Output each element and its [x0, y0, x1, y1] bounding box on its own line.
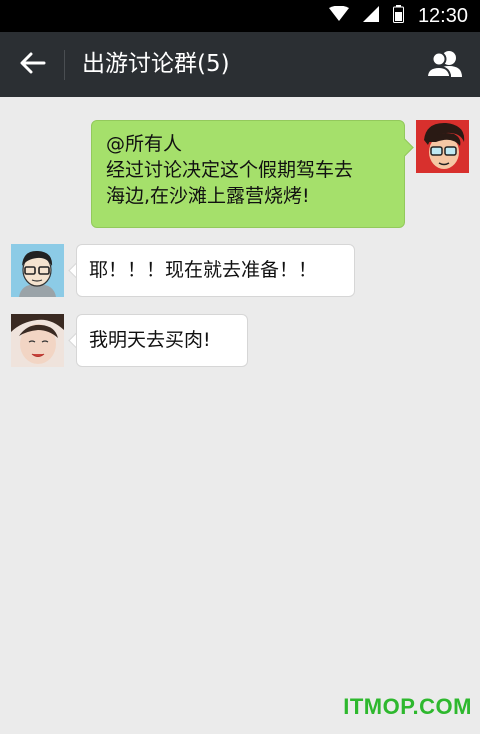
message-text: 我明天去买肉! — [89, 329, 211, 351]
arrow-left-icon — [20, 52, 46, 78]
group-members-button[interactable] — [424, 44, 466, 86]
status-icons: 12:30 — [328, 0, 468, 32]
message-bubble-incoming[interactable]: 耶！！！现在就去准备！！ — [76, 244, 355, 297]
message-bubble-outgoing[interactable]: @所有人 经过讨论决定这个假期驾车去 海边,在沙滩上露营烧烤! — [91, 120, 405, 228]
message-line: @所有人 — [106, 133, 183, 155]
battery-icon — [392, 5, 404, 27]
header-divider — [64, 50, 65, 80]
watermark: ITMOP.COM — [343, 694, 472, 719]
chat-title: 出游讨论群(5) — [82, 51, 230, 77]
status-bar: 12:30 — [0, 0, 480, 32]
avatar-member-1[interactable] — [11, 244, 64, 297]
message-text: 耶！！！现在就去准备！！ — [89, 259, 318, 281]
back-button[interactable] — [10, 42, 56, 88]
chat-header: 出游讨论群(5) — [0, 32, 480, 97]
status-time: 12:30 — [417, 4, 468, 27]
message-line: 经过讨论决定这个假期驾车去 — [106, 159, 354, 181]
group-icon — [425, 49, 463, 81]
message-bubble-incoming[interactable]: 我明天去买肉! — [76, 314, 248, 367]
avatar-self[interactable] — [416, 120, 469, 173]
message-line: 海边,在沙滩上露营烧烤! — [106, 185, 310, 207]
avatar-member-2[interactable] — [11, 314, 64, 367]
wifi-icon — [328, 5, 349, 26]
signal-icon — [362, 6, 379, 26]
